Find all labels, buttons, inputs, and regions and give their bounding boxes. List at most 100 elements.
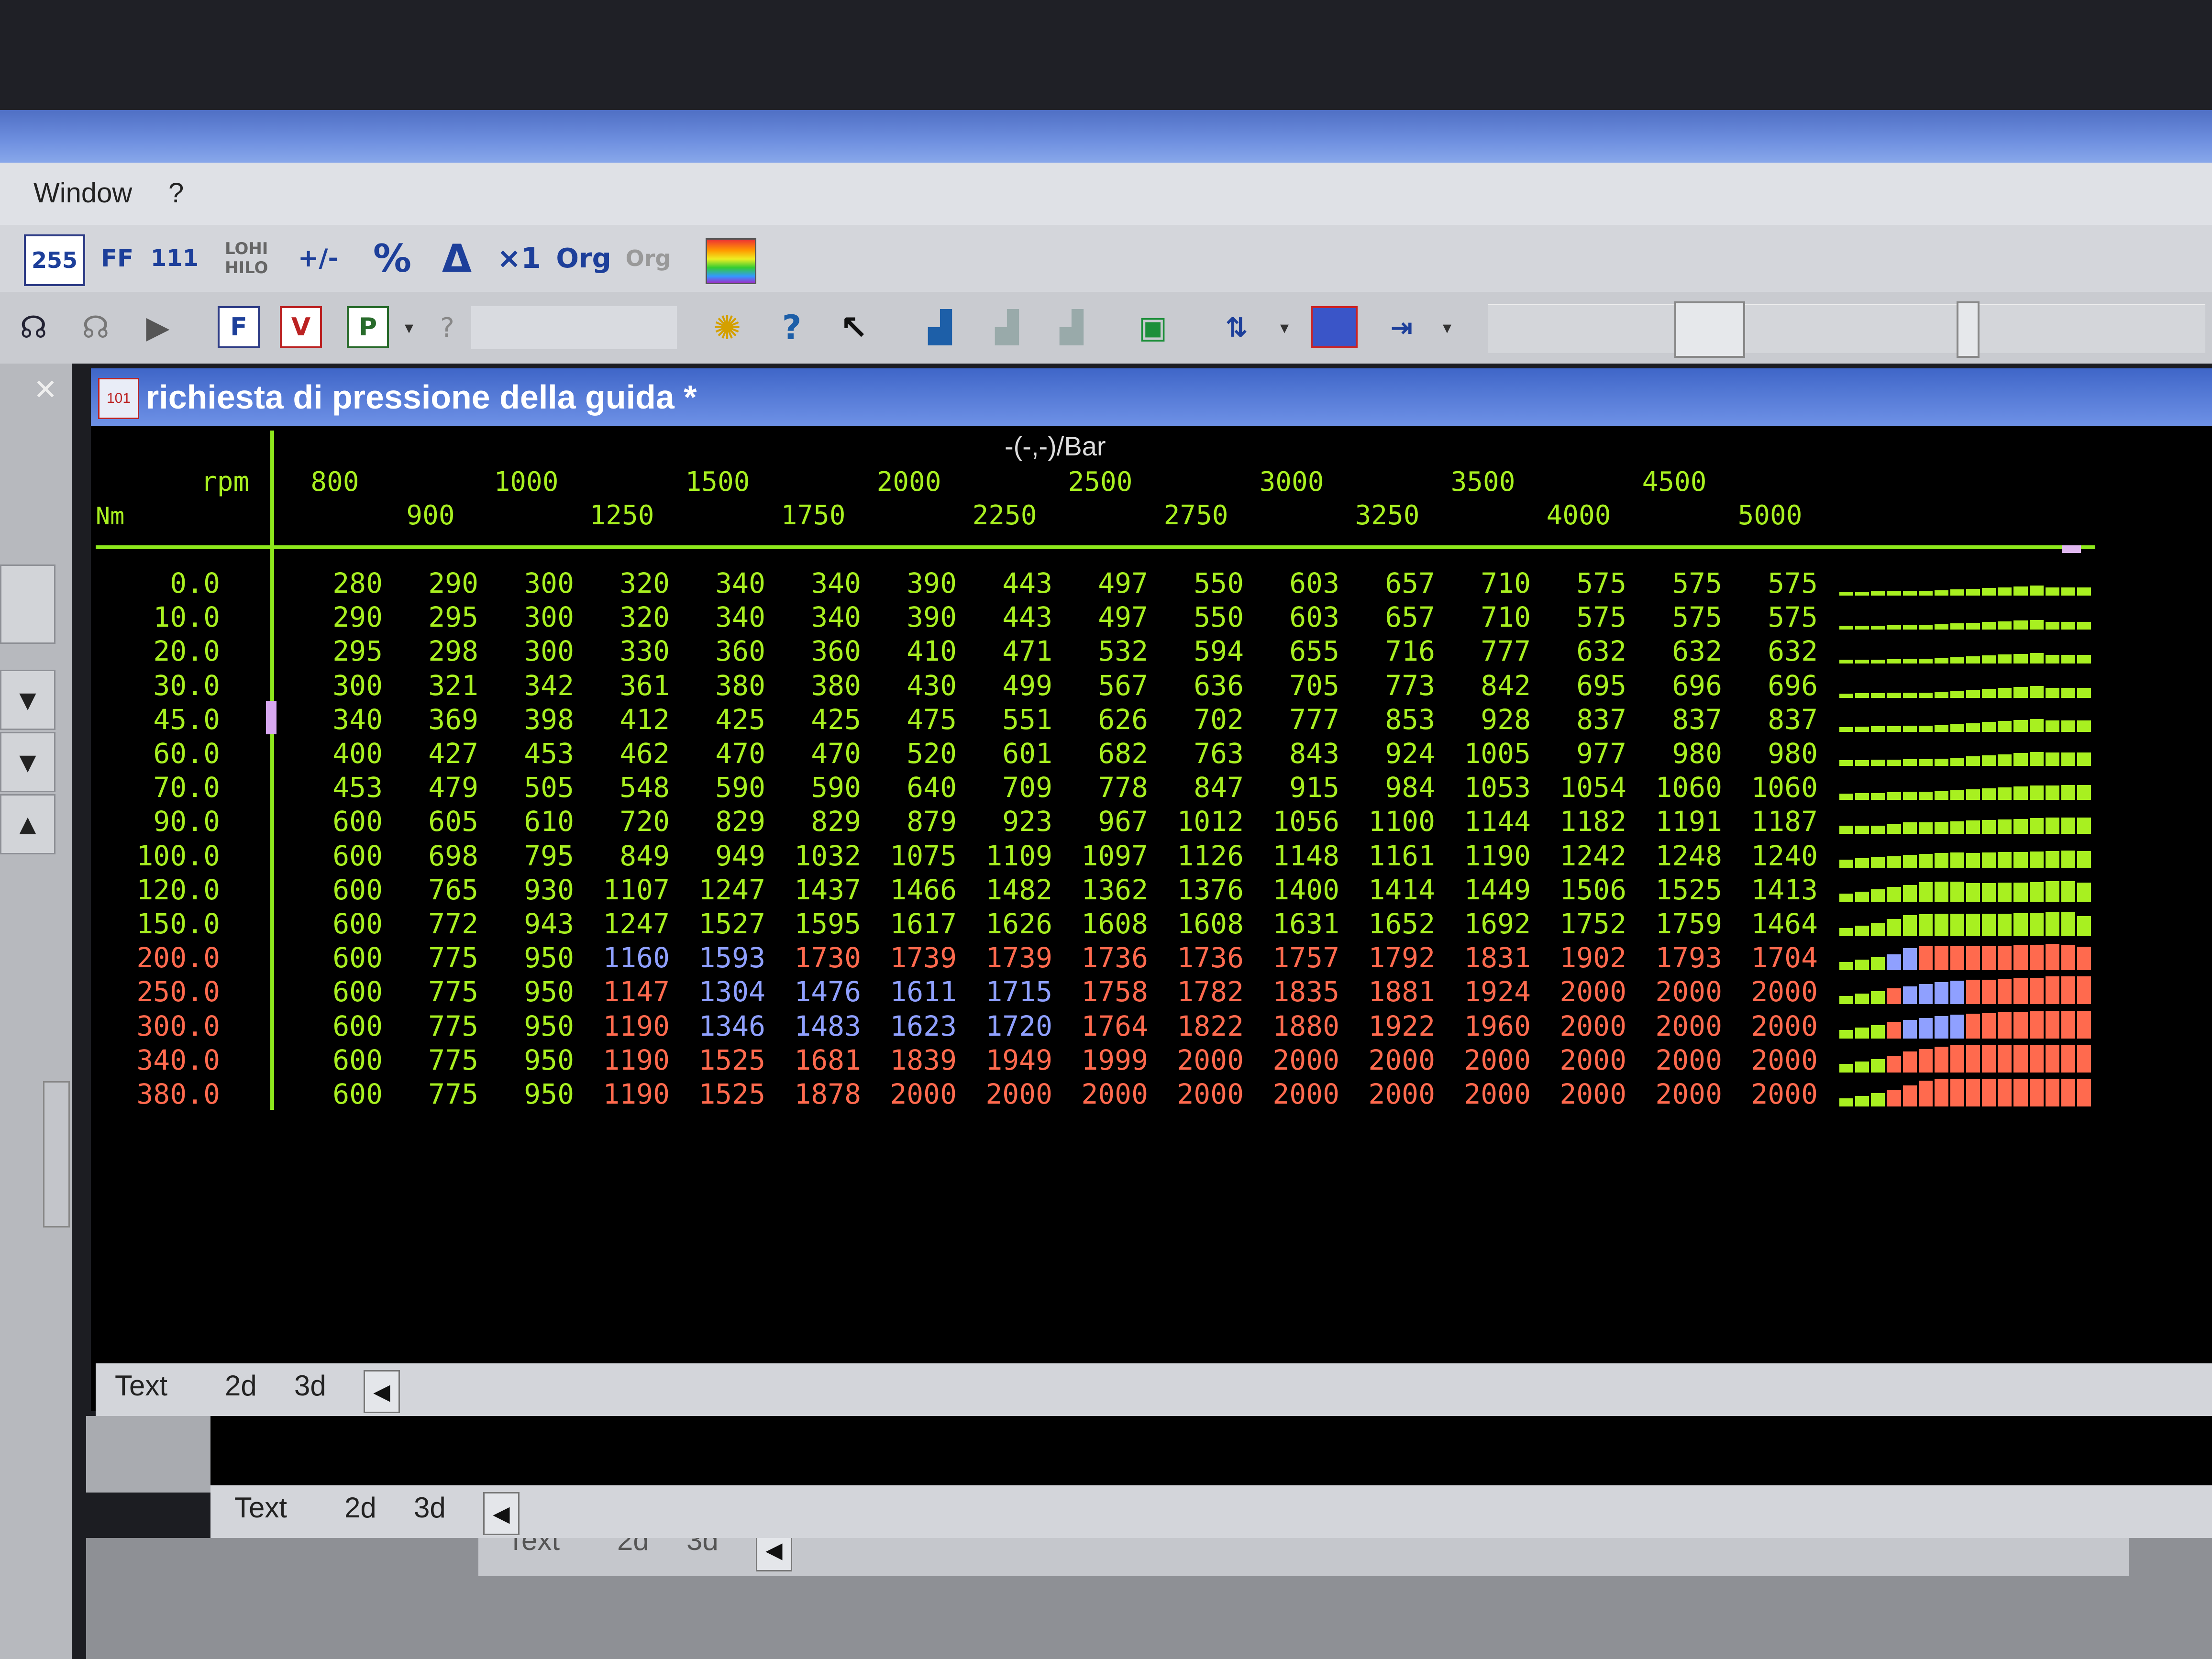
map-cell[interactable]: 532 [1052, 635, 1148, 667]
map-cell[interactable]: 1144 [1435, 805, 1531, 838]
map-cell[interactable]: 600 [287, 1044, 383, 1076]
tab-text-1[interactable]: Text [115, 1369, 167, 1402]
map-cell[interactable]: 590 [670, 771, 765, 804]
map-cell[interactable]: 551 [957, 703, 1052, 736]
map-cell[interactable]: 400 [287, 737, 383, 770]
map-cell[interactable]: 1835 [1244, 975, 1339, 1008]
map-cell[interactable]: 720 [574, 805, 670, 838]
map-cell[interactable]: 1060 [1722, 771, 1818, 804]
map-cell[interactable]: 1483 [765, 1010, 861, 1042]
map-cell[interactable]: 390 [861, 601, 957, 633]
map-cell[interactable]: 967 [1052, 805, 1148, 838]
map-cell[interactable]: 425 [670, 703, 765, 736]
map-cell[interactable]: 843 [1244, 737, 1339, 770]
map-cell[interactable]: 1376 [1148, 874, 1244, 906]
slider-handle-left[interactable] [1674, 301, 1745, 358]
map-cell[interactable]: 412 [574, 703, 670, 736]
map-cell[interactable]: 340 [287, 703, 383, 736]
map-cell[interactable]: 696 [1626, 669, 1722, 702]
map-cell[interactable]: 575 [1722, 567, 1818, 599]
map-cell[interactable]: 949 [670, 840, 765, 872]
map-cell[interactable]: 1362 [1052, 874, 1148, 906]
tab-3d-1[interactable]: 3d [294, 1369, 326, 1402]
map-cell[interactable]: 1182 [1531, 805, 1626, 838]
percent-icon[interactable]: % [368, 234, 416, 282]
map-cell[interactable]: 710 [1435, 567, 1531, 599]
map-cell[interactable]: 1056 [1244, 805, 1339, 838]
map-cell[interactable]: 470 [765, 737, 861, 770]
map-cell[interactable]: 775 [383, 1044, 478, 1076]
map-cell[interactable]: 1902 [1531, 941, 1626, 974]
map-cell[interactable]: 775 [383, 1010, 478, 1042]
map-cell[interactable]: 636 [1148, 669, 1244, 702]
map-cell[interactable]: 594 [1148, 635, 1244, 667]
map-cell[interactable]: 696 [1722, 669, 1818, 702]
map-cell[interactable]: 410 [861, 635, 957, 667]
map-cell[interactable]: 1437 [765, 874, 861, 906]
map-cell[interactable]: 930 [478, 874, 574, 906]
map-cell[interactable]: 1187 [1722, 805, 1818, 838]
menu-help[interactable]: ? [168, 177, 184, 209]
y-axis-cursor[interactable] [266, 701, 276, 734]
map-cell[interactable]: 847 [1148, 771, 1244, 804]
menu-window[interactable]: Window [33, 177, 132, 209]
map-cell[interactable]: 1242 [1531, 840, 1626, 872]
map-cell[interactable]: 390 [861, 567, 957, 599]
map-cell[interactable]: 1608 [1052, 907, 1148, 940]
map-cell[interactable]: 1617 [861, 907, 957, 940]
map-cell[interactable]: 1704 [1722, 941, 1818, 974]
map-cell[interactable]: 1464 [1722, 907, 1818, 940]
map-cell[interactable]: 924 [1339, 737, 1435, 770]
map-cell[interactable]: 2000 [1722, 1044, 1818, 1076]
map-cell[interactable]: 1161 [1339, 840, 1435, 872]
x-axis-cursor[interactable] [2062, 545, 2081, 553]
map-cell[interactable]: 2000 [1626, 975, 1722, 1008]
map-cell[interactable]: 1160 [574, 941, 670, 974]
map-cell[interactable]: 1190 [1435, 840, 1531, 872]
map-cell[interactable]: 1758 [1052, 975, 1148, 1008]
chevron-down-icon-dock[interactable]: ▼ [0, 670, 55, 730]
map-cell[interactable]: 640 [861, 771, 957, 804]
map-cell[interactable]: 977 [1531, 737, 1626, 770]
map-cell[interactable]: 520 [861, 737, 957, 770]
map-cell[interactable]: 2000 [1626, 1078, 1722, 1110]
pointer-help-icon[interactable]: ↖ [828, 301, 880, 354]
map-cell[interactable]: 369 [383, 703, 478, 736]
map-cell[interactable]: 829 [765, 805, 861, 838]
map-cell[interactable]: 778 [1052, 771, 1148, 804]
map-cell[interactable]: 600 [287, 1010, 383, 1042]
map-cell[interactable]: 427 [383, 737, 478, 770]
map-cell[interactable]: 765 [383, 874, 478, 906]
map-cell[interactable]: 505 [478, 771, 574, 804]
scroll-left-icon-2[interactable]: ◀ [483, 1492, 520, 1535]
map-cell[interactable]: 1839 [861, 1044, 957, 1076]
map-cell[interactable]: 702 [1148, 703, 1244, 736]
map-cell[interactable]: 340 [670, 601, 765, 633]
map-cell[interactable]: 2000 [957, 1078, 1052, 1110]
map-cell[interactable]: 1759 [1626, 907, 1722, 940]
map-cell[interactable]: 2000 [1052, 1078, 1148, 1110]
map-cell[interactable]: 657 [1339, 601, 1435, 633]
map-cell[interactable]: 1346 [670, 1010, 765, 1042]
map-cell[interactable]: 1482 [957, 874, 1052, 906]
map-cell[interactable]: 1506 [1531, 874, 1626, 906]
map-cell[interactable]: 1414 [1339, 874, 1435, 906]
map-cell[interactable]: 320 [574, 601, 670, 633]
map-cell[interactable]: 300 [478, 635, 574, 667]
map-cell[interactable]: 2000 [1531, 1010, 1626, 1042]
disconnect-icon[interactable]: ☊ [72, 304, 120, 352]
map-cell[interactable]: 2000 [1435, 1044, 1531, 1076]
map-cell[interactable]: 2000 [1722, 1078, 1818, 1110]
map-cell[interactable]: 430 [861, 669, 957, 702]
map-cell[interactable]: 705 [1244, 669, 1339, 702]
map-cell[interactable]: 837 [1722, 703, 1818, 736]
map-cell[interactable]: 300 [478, 601, 574, 633]
map-cell[interactable]: 2000 [1722, 1010, 1818, 1042]
chart-disabled-2-icon[interactable]: ▟ [1045, 304, 1098, 352]
map-cell[interactable]: 295 [383, 601, 478, 633]
map-cell[interactable]: 1147 [574, 975, 670, 1008]
map-cell[interactable]: 453 [287, 771, 383, 804]
map-cell[interactable]: 1626 [957, 907, 1052, 940]
map-cell[interactable]: 1466 [861, 874, 957, 906]
function-icon[interactable]: F [218, 306, 260, 348]
